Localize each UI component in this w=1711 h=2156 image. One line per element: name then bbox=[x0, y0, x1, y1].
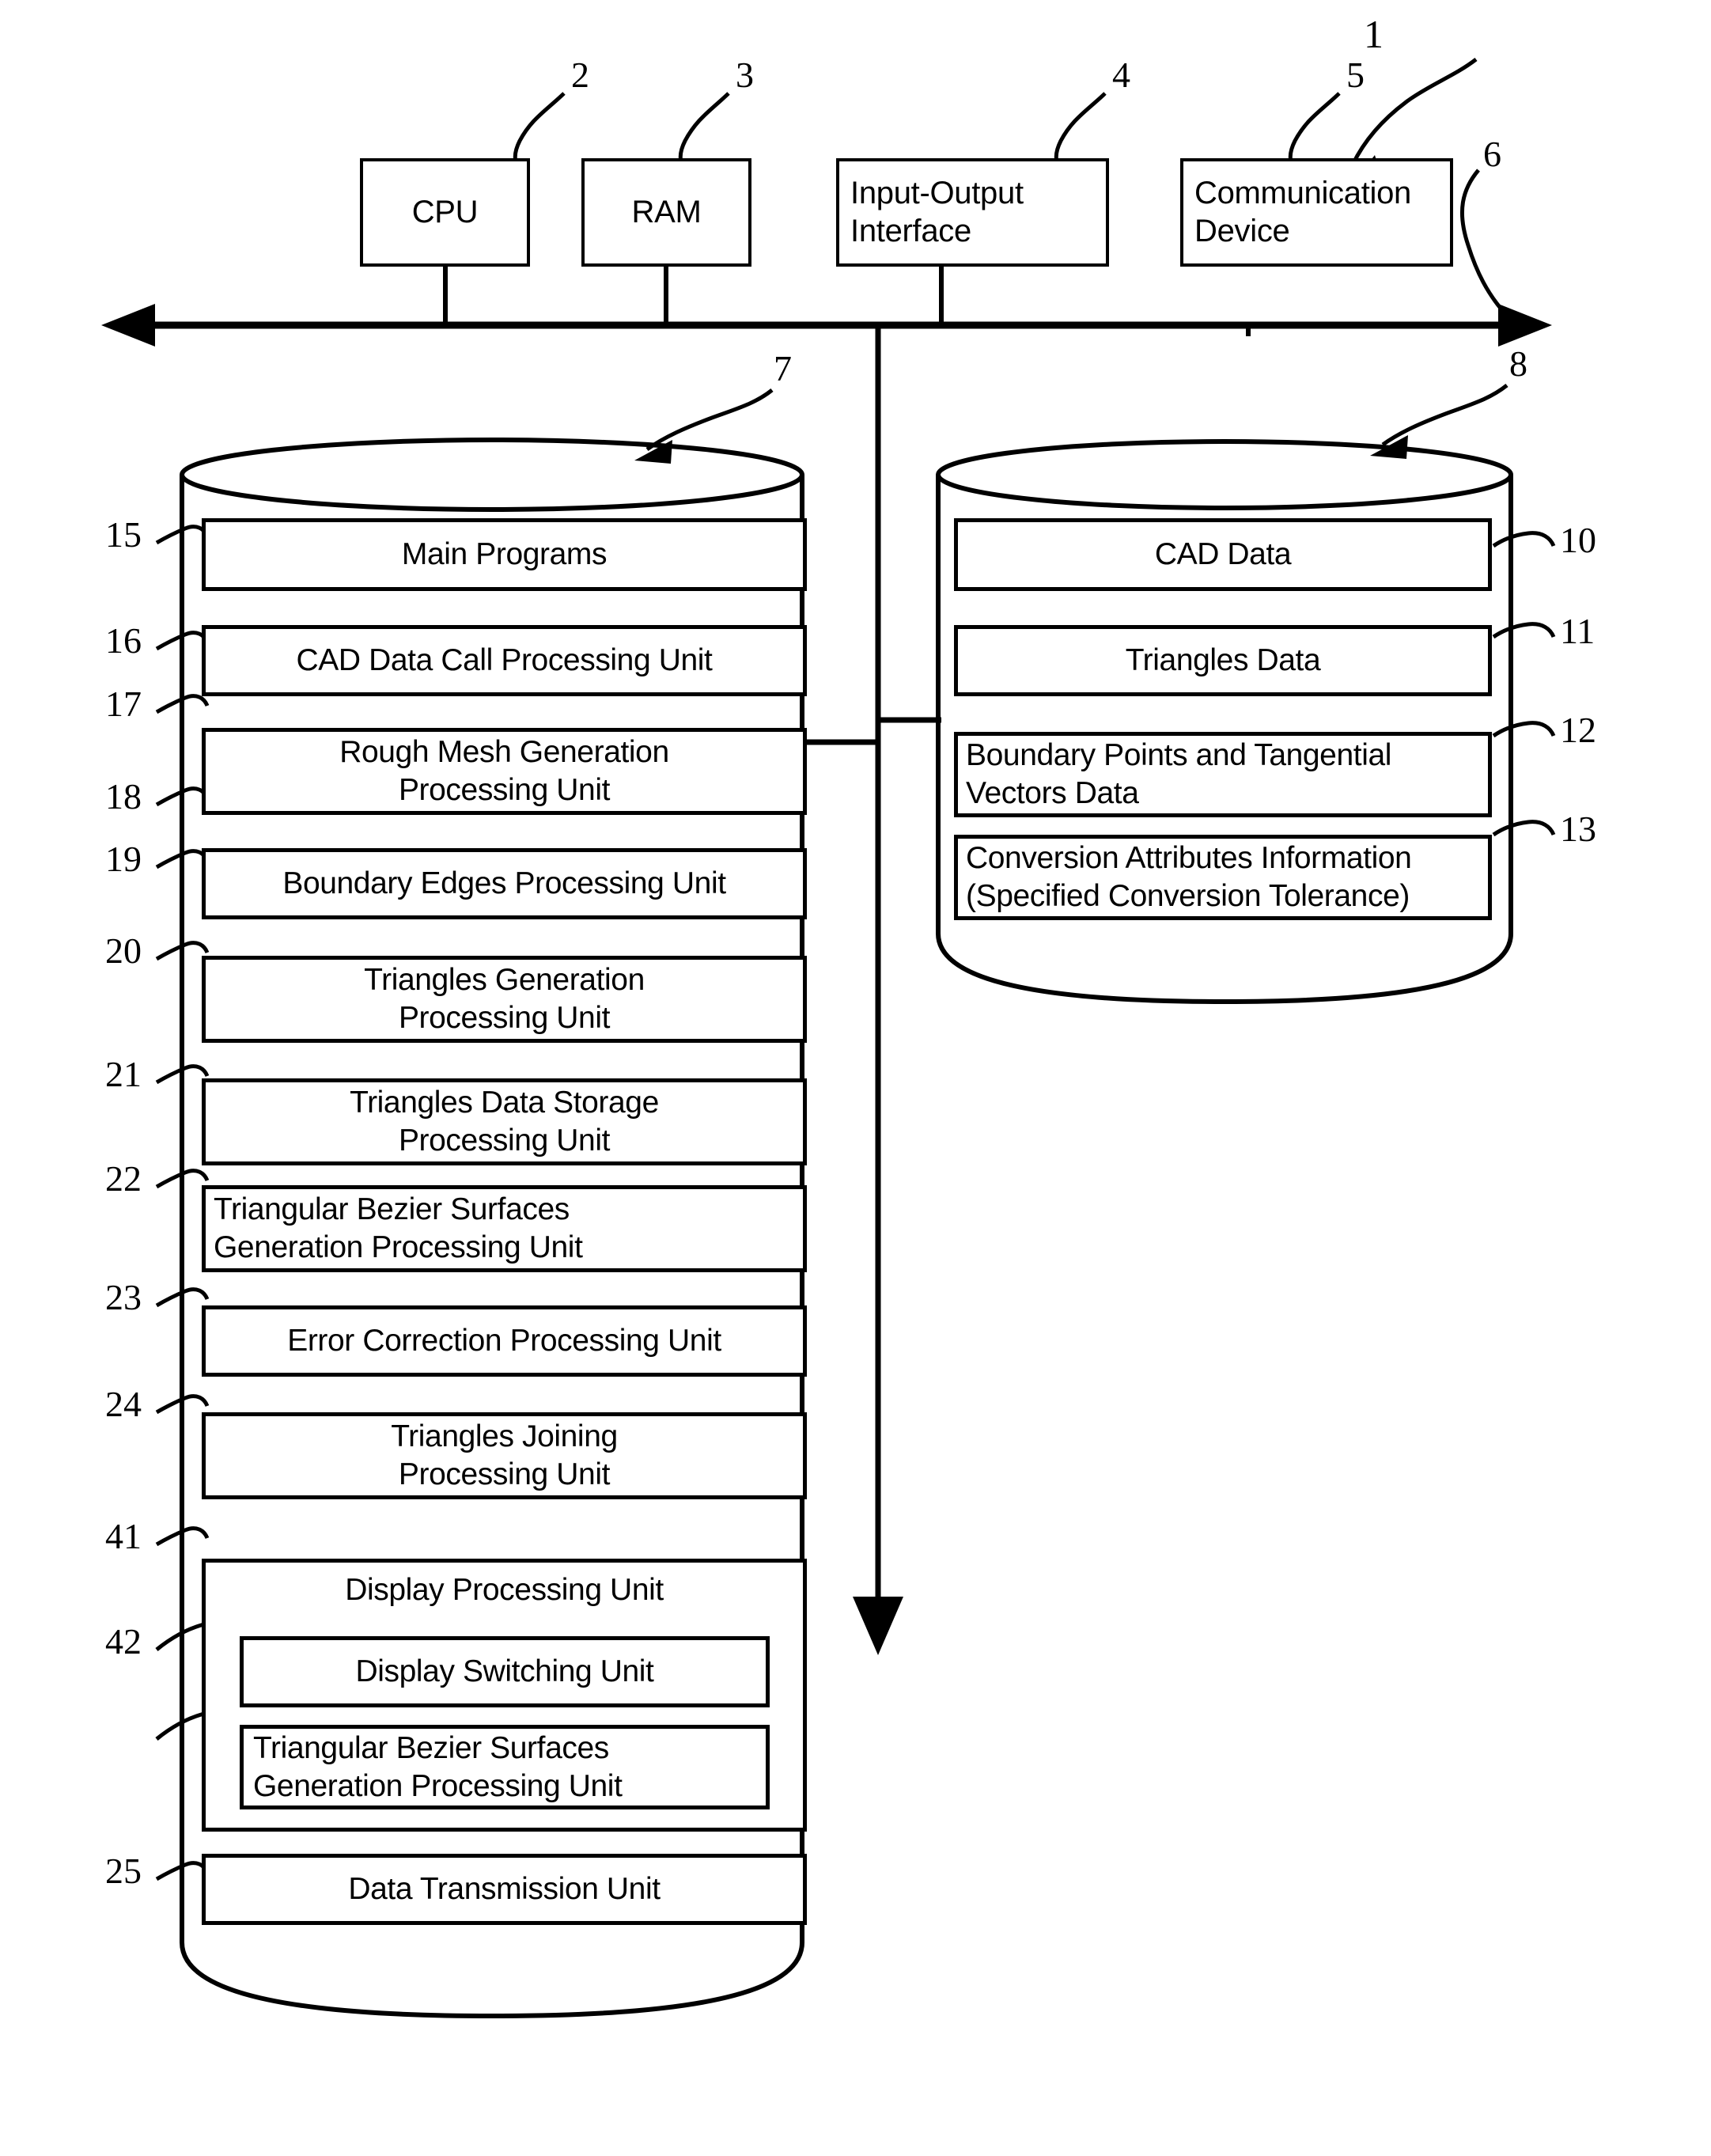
cpu-label: CPU bbox=[411, 194, 479, 229]
patent-figure: CPU RAM Input-Output Interface Communica… bbox=[0, 0, 1711, 2156]
unit-triangular-bezier-surfaces-generation-line2: Generation Processing Unit bbox=[214, 1230, 583, 1264]
unit-display-triangular-bezier-line2: Generation Processing Unit bbox=[253, 1768, 623, 1803]
data-triangles-data: Triangles Data bbox=[954, 625, 1492, 696]
ref-numeral-22: 22 bbox=[105, 1158, 142, 1199]
unit-boundary-edges-processing-label: Boundary Edges Processing Unit bbox=[282, 866, 726, 900]
ref-numeral-24: 24 bbox=[105, 1384, 142, 1424]
unit-triangles-generation-line1: Triangles Generation bbox=[364, 963, 645, 998]
unit-rough-mesh-generation-line1: Rough Mesh Generation bbox=[339, 735, 669, 770]
ref-numeral-16: 16 bbox=[105, 620, 142, 661]
system-bus-line bbox=[101, 304, 1552, 347]
unit-triangles-generation-line2: Processing Unit bbox=[398, 1001, 611, 1035]
ref-numeral-21: 21 bbox=[105, 1054, 142, 1094]
unit-triangles-data-storage-line1: Triangles Data Storage bbox=[350, 1086, 659, 1120]
unit-rough-mesh-generation: Rough Mesh Generation Processing Unit bbox=[202, 728, 807, 815]
io-interface-label-line1: Input-Output bbox=[850, 176, 1024, 211]
data-conversion-attributes-line1: Conversion Attributes Information bbox=[966, 841, 1412, 876]
unit-display-processing-label: Display Processing Unit bbox=[345, 1573, 664, 1607]
ref-numeral-23: 23 bbox=[105, 1277, 142, 1317]
data-boundary-points-tangential-vectors: Boundary Points and Tangential Vectors D… bbox=[954, 732, 1492, 817]
ref-numeral-10: 10 bbox=[1560, 520, 1596, 560]
ref-numeral-cpu: 2 bbox=[571, 55, 589, 95]
ref-numeral-17: 17 bbox=[105, 684, 142, 724]
ref-numeral-41: 41 bbox=[105, 1516, 142, 1556]
data-cad-data: CAD Data bbox=[954, 518, 1492, 591]
unit-triangles-joining: Triangles Joining Processing Unit bbox=[202, 1412, 807, 1499]
unit-data-transmission: Data Transmission Unit bbox=[202, 1854, 807, 1925]
unit-display-switching-label: Display Switching Unit bbox=[355, 1654, 654, 1689]
unit-triangular-bezier-surfaces-generation: Triangular Bezier Surfaces Generation Pr… bbox=[202, 1185, 807, 1272]
data-boundary-points-line1: Boundary Points and Tangential bbox=[966, 738, 1392, 773]
ref-numeral-12: 12 bbox=[1560, 710, 1596, 750]
data-boundary-points-line2: Vectors Data bbox=[966, 776, 1139, 810]
unit-main-programs-label: Main Programs bbox=[401, 536, 608, 571]
input-output-interface-box: Input-Output Interface bbox=[836, 158, 1109, 267]
unit-error-correction-processing: Error Correction Processing Unit bbox=[202, 1305, 807, 1377]
unit-triangles-data-storage: Triangles Data Storage Processing Unit bbox=[202, 1078, 807, 1165]
cpu-box: CPU bbox=[360, 158, 530, 267]
unit-cad-data-call-processing: CAD Data Call Processing Unit bbox=[202, 625, 807, 696]
ref-numeral-42: 42 bbox=[105, 1621, 142, 1662]
ref-numeral-io-interface: 4 bbox=[1112, 55, 1130, 95]
communication-device-label-line1: Communication bbox=[1194, 176, 1411, 211]
cylinder-connectors bbox=[803, 717, 941, 745]
ref-numeral-program-storage: 7 bbox=[774, 348, 792, 388]
communication-device-label-line2: Device bbox=[1194, 213, 1290, 248]
unit-triangles-joining-line1: Triangles Joining bbox=[391, 1419, 618, 1454]
data-unit-reference-hooks bbox=[1492, 531, 1556, 837]
unit-display-switching: Display Switching Unit bbox=[240, 1636, 770, 1707]
data-conversion-attributes-line2: (Specified Conversion Tolerance) bbox=[966, 879, 1410, 913]
hardware-drop-legs bbox=[443, 267, 1251, 336]
ref-numeral-bus: 6 bbox=[1483, 134, 1501, 174]
communication-device-box: Communication Device bbox=[1180, 158, 1453, 267]
unit-main-programs: Main Programs bbox=[202, 518, 807, 591]
ref-numeral-ram: 3 bbox=[736, 55, 754, 95]
ref-numeral-11: 11 bbox=[1560, 611, 1596, 651]
unit-triangles-data-storage-line2: Processing Unit bbox=[398, 1123, 611, 1158]
unit-boundary-edges-processing: Boundary Edges Processing Unit bbox=[202, 848, 807, 919]
ref-numeral-system: 1 bbox=[1364, 12, 1384, 56]
unit-display-triangular-bezier-surfaces-generation: Triangular Bezier Surfaces Generation Pr… bbox=[240, 1725, 770, 1809]
unit-error-correction-processing-label: Error Correction Processing Unit bbox=[287, 1323, 721, 1358]
unit-cad-data-call-processing-label: CAD Data Call Processing Unit bbox=[296, 642, 713, 677]
unit-triangles-generation: Triangles Generation Processing Unit bbox=[202, 956, 807, 1043]
ref-numeral-18: 18 bbox=[105, 776, 142, 817]
ram-label: RAM bbox=[631, 194, 702, 229]
data-conversion-attributes-information: Conversion Attributes Information (Speci… bbox=[954, 835, 1492, 920]
ram-box: RAM bbox=[581, 158, 751, 267]
ref-numeral-25: 25 bbox=[105, 1851, 142, 1891]
ref-numeral-20: 20 bbox=[105, 930, 142, 971]
unit-triangular-bezier-surfaces-generation-line1: Triangular Bezier Surfaces bbox=[214, 1192, 570, 1227]
unit-data-transmission-label: Data Transmission Unit bbox=[348, 1871, 661, 1906]
ref-numeral-13: 13 bbox=[1560, 809, 1596, 849]
data-triangles-data-label: Triangles Data bbox=[1125, 642, 1321, 677]
unit-rough-mesh-generation-line2: Processing Unit bbox=[398, 773, 611, 807]
unit-triangles-joining-line2: Processing Unit bbox=[398, 1457, 611, 1491]
ref-numeral-19: 19 bbox=[105, 839, 142, 879]
ref-numeral-data-storage: 8 bbox=[1509, 343, 1527, 384]
unit-display-triangular-bezier-line1: Triangular Bezier Surfaces bbox=[253, 1730, 609, 1765]
bus-vertical-spine bbox=[853, 325, 903, 1655]
ref-numeral-communication-device: 5 bbox=[1346, 55, 1365, 95]
io-interface-label-line2: Interface bbox=[850, 213, 971, 248]
ref-numeral-15: 15 bbox=[105, 514, 142, 555]
data-cad-data-label: CAD Data bbox=[1154, 536, 1292, 571]
